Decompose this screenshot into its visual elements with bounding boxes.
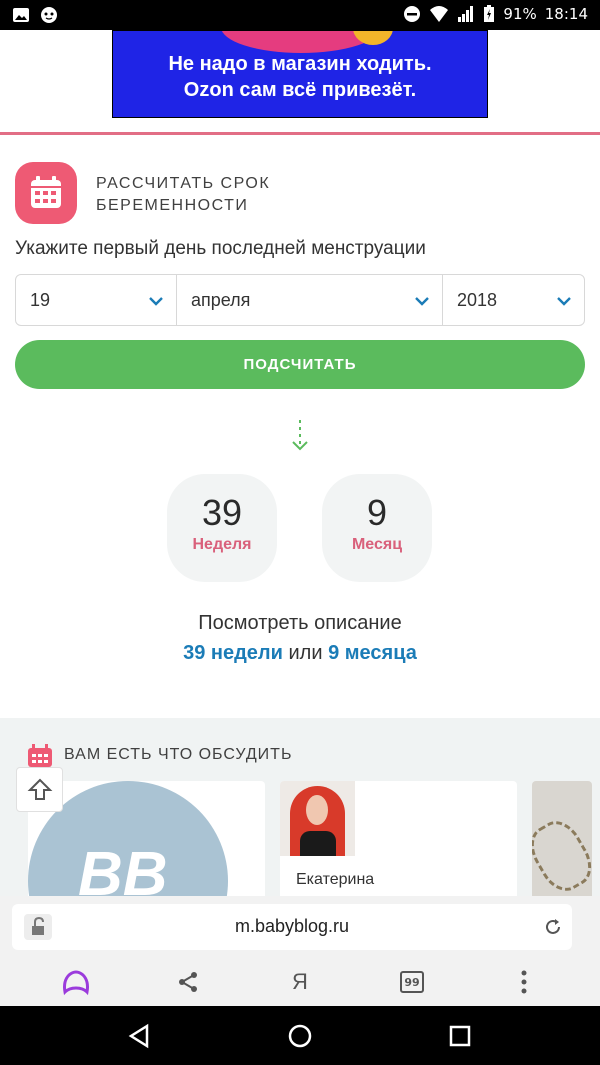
arrow-up-icon	[27, 778, 52, 800]
status-bar: 91% 18:14	[0, 0, 600, 30]
result-months: 9 Месяц	[322, 474, 432, 582]
months-label: Месяц	[351, 536, 403, 553]
calculator-title: РАССЧИТАТЬ СРОК БЕРЕМЕННОСТИ	[96, 175, 271, 214]
address-bar[interactable]: m.babyblog.ru	[12, 904, 572, 950]
month-value: апреля	[191, 289, 251, 310]
tabs-button[interactable]: 99	[392, 962, 432, 1002]
date-selector: 19 апреля 2018	[15, 274, 585, 326]
weeks-label: Неделя	[192, 536, 252, 553]
alice-icon	[63, 970, 89, 996]
year-select[interactable]: 2018	[442, 275, 584, 325]
home-icon[interactable]	[287, 1023, 313, 1049]
year-value: 2018	[457, 289, 498, 310]
chevron-down-icon	[557, 297, 571, 306]
chevron-down-icon	[149, 297, 163, 306]
dnd-icon	[404, 6, 421, 22]
browser-urlbar: m.babyblog.ru	[0, 896, 600, 958]
tabs-count: 99	[400, 971, 424, 993]
battery-level: 91%	[503, 5, 537, 23]
calculate-button[interactable]: ПОДСЧИТАТЬ	[15, 340, 585, 389]
months-value: 9	[366, 492, 388, 533]
browser-toolbar: Я 99	[0, 958, 600, 1006]
calendar-icon	[15, 162, 77, 224]
back-icon[interactable]	[127, 1023, 153, 1049]
gallery-icon	[13, 8, 29, 22]
discuss-section: ВАМ ЕСТЬ ЧТО ОБСУДИТЬ BB Екатерина	[0, 718, 600, 921]
result-weeks: 39 Неделя	[167, 474, 277, 582]
ad-text-line1: Не надо в магазин ходить.	[168, 53, 432, 75]
day-value: 19	[30, 289, 51, 310]
author-name: Екатерина	[296, 871, 375, 888]
description-links: 39 недели или 9 месяца	[0, 642, 600, 665]
calendar-icon	[28, 744, 52, 767]
reload-icon[interactable]	[542, 916, 564, 938]
more-vertical-icon	[521, 970, 527, 994]
bug-icon	[41, 7, 57, 23]
menu-button[interactable]	[504, 962, 544, 1002]
arrow-down-icon	[292, 420, 308, 451]
share-button[interactable]	[168, 962, 208, 1002]
yandex-icon: Я	[292, 969, 308, 994]
avatar	[280, 781, 355, 856]
alice-button[interactable]	[56, 962, 96, 1002]
url-text: m.babyblog.ru	[234, 916, 350, 936]
ad-text-line2: Ozon сам всё привезёт.	[183, 79, 417, 101]
weeks-link[interactable]: 39 недели	[183, 642, 283, 664]
recents-icon[interactable]	[447, 1023, 473, 1049]
clock: 18:14	[544, 5, 588, 23]
ad-banner[interactable]: Не надо в магазин ходить. Ozon сам всё п…	[112, 30, 488, 118]
day-select[interactable]: 19	[16, 275, 176, 325]
chevron-down-icon	[415, 297, 429, 306]
discuss-title: ВАМ ЕСТЬ ЧТО ОБСУДИТЬ	[64, 746, 293, 763]
month-select[interactable]: апреля	[176, 275, 442, 325]
yandex-button[interactable]: Я	[280, 962, 320, 1002]
description-title: Посмотреть описание	[198, 612, 402, 634]
card-image	[532, 813, 592, 899]
weeks-value: 39	[201, 492, 243, 533]
battery-icon	[484, 5, 495, 22]
months-link[interactable]: 9 месяца	[328, 642, 417, 664]
signal-icon	[458, 6, 474, 22]
calculator-instruction: Укажите первый день последней менструаци…	[15, 238, 426, 259]
share-icon	[179, 972, 197, 992]
wifi-icon	[430, 6, 449, 22]
system-navbar	[0, 1006, 600, 1065]
scroll-top-button[interactable]	[16, 767, 63, 812]
section-divider	[0, 132, 600, 135]
or-text: или	[288, 642, 323, 664]
